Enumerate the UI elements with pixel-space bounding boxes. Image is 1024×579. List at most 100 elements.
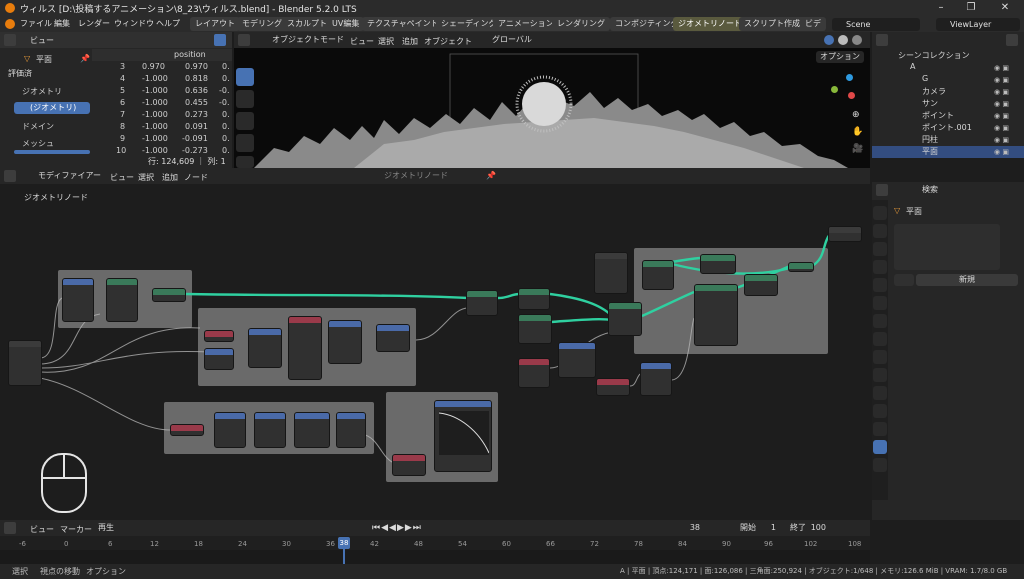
viewport-menu-view[interactable]: ビュー: [350, 36, 374, 47]
menu-window[interactable]: ウィンドウ: [114, 18, 154, 29]
node[interactable]: [694, 284, 738, 346]
blender-menu-icon[interactable]: [5, 19, 15, 29]
tab-rendering[interactable]: レンダリング: [552, 17, 610, 31]
tool-tab-icon[interactable]: [873, 206, 887, 220]
node[interactable]: [518, 314, 552, 344]
filter-icon[interactable]: [214, 34, 226, 46]
node[interactable]: [204, 330, 234, 342]
pin-icon[interactable]: 📌: [80, 54, 90, 63]
node[interactable]: [170, 424, 204, 436]
shading-rendered-icon[interactable]: [852, 35, 862, 45]
group-output-node[interactable]: [828, 226, 862, 242]
object-tab-icon[interactable]: [873, 332, 887, 346]
collection-tab-icon[interactable]: [873, 314, 887, 328]
node[interactable]: [518, 288, 550, 310]
filter-icon[interactable]: [1006, 34, 1018, 46]
scene-tab-icon[interactable]: [873, 278, 887, 292]
viewport-menu-select[interactable]: 選択: [378, 36, 394, 47]
world-tab-icon[interactable]: [873, 296, 887, 310]
node[interactable]: [254, 412, 286, 448]
node[interactable]: [392, 454, 426, 476]
playhead[interactable]: 38: [338, 537, 350, 549]
curve-graph[interactable]: [439, 411, 489, 455]
tree-mesh[interactable]: メッシュ: [22, 138, 54, 150]
close-icon[interactable]: ✕: [990, 0, 1020, 16]
tree-geometry[interactable]: ジオメトリ: [22, 86, 62, 98]
menu-edit[interactable]: 編集: [54, 18, 70, 29]
move-tool-icon[interactable]: [236, 112, 254, 130]
node[interactable]: [558, 342, 596, 378]
view-layer-tab-icon[interactable]: [873, 260, 887, 274]
node[interactable]: [640, 362, 672, 396]
tab-modeling[interactable]: モデリング: [237, 17, 287, 31]
spreadsheet-view-menu[interactable]: ビュー: [30, 35, 54, 46]
node[interactable]: [596, 378, 630, 396]
tab-geometry-nodes[interactable]: ジオメトリノード: [673, 17, 747, 31]
node[interactable]: [248, 328, 282, 368]
constraints-tab-icon[interactable]: [873, 404, 887, 418]
node[interactable]: [518, 358, 550, 388]
tab-animation[interactable]: アニメーション: [493, 17, 559, 31]
node[interactable]: [294, 412, 330, 448]
editor-type-icon[interactable]: [238, 34, 250, 46]
shading-solid-icon[interactable]: [824, 35, 834, 45]
node[interactable]: [152, 288, 186, 302]
texture-tab-icon[interactable]: [873, 458, 887, 472]
current-frame-field[interactable]: 38: [652, 522, 704, 534]
minimize-icon[interactable]: –: [926, 0, 956, 16]
navigation-gizmo[interactable]: [828, 72, 858, 102]
maximize-icon[interactable]: ❐: [956, 0, 986, 16]
menu-file[interactable]: ファイル: [20, 18, 52, 29]
tab-sculpt[interactable]: スカルプト: [282, 17, 332, 31]
scene-selector[interactable]: Scene: [832, 18, 920, 31]
join-geometry-node[interactable]: [466, 290, 498, 316]
node[interactable]: [328, 320, 362, 364]
playback-dropdown[interactable]: 再生: [94, 522, 122, 534]
tab-texture-paint[interactable]: テクスチャペイント: [362, 17, 444, 31]
node[interactable]: [204, 348, 234, 370]
tree-domain[interactable]: ドメイン: [22, 121, 54, 133]
pan-icon[interactable]: ✋: [852, 127, 863, 137]
timeline-ruler[interactable]: [0, 536, 870, 550]
node[interactable]: [788, 262, 814, 272]
transform-orientation-dropdown[interactable]: グローバル: [478, 34, 540, 46]
scene-collection[interactable]: シーンコレクション: [872, 50, 1024, 62]
menu-help[interactable]: ヘルプ: [156, 18, 180, 29]
tab-video[interactable]: ビデ: [800, 17, 826, 31]
timeline-menu-marker[interactable]: マーカー: [60, 524, 92, 535]
node[interactable]: [376, 324, 410, 352]
viewport-menu-object[interactable]: オブジェクト: [424, 36, 472, 47]
cursor-tool-icon[interactable]: [236, 90, 254, 108]
tab-shading[interactable]: シェーディング: [436, 17, 502, 31]
node[interactable]: [106, 278, 138, 322]
physics-tab-icon[interactable]: [873, 386, 887, 400]
node[interactable]: [608, 302, 642, 336]
menu-render[interactable]: レンダー: [78, 18, 110, 29]
node[interactable]: [594, 252, 628, 294]
particles-tab-icon[interactable]: [873, 368, 887, 382]
rotate-tool-icon[interactable]: [236, 134, 254, 152]
tab-scripting[interactable]: スクリプト作成: [739, 17, 805, 31]
output-tab-icon[interactable]: [873, 242, 887, 256]
editor-type-icon[interactable]: [876, 184, 888, 196]
tree-geometry-sub[interactable]: (ジオメトリ): [14, 102, 90, 114]
node[interactable]: [214, 412, 246, 448]
material-tab-icon[interactable]: [873, 440, 887, 454]
material-slot-list[interactable]: [894, 224, 1000, 270]
outliner-search[interactable]: [912, 34, 992, 46]
modifier-tab-icon[interactable]: [873, 350, 887, 364]
end-frame-field[interactable]: 終了 100: [786, 522, 830, 534]
select-tool-icon[interactable]: [236, 68, 254, 86]
new-material-button[interactable]: 新規: [916, 274, 1018, 286]
3d-viewport[interactable]: オブジェクトモード ビュー 選択 追加 オブジェクト グローバル オプション ⊕…: [234, 32, 870, 168]
editor-type-icon[interactable]: [4, 34, 16, 46]
float-curve-node[interactable]: [434, 400, 492, 472]
timeline-menu-view[interactable]: ビュー: [30, 524, 54, 535]
start-frame-field[interactable]: 開始 1: [736, 522, 780, 534]
node[interactable]: [288, 316, 322, 380]
node[interactable]: [642, 260, 674, 290]
node[interactable]: [336, 412, 366, 448]
tab-uv[interactable]: UV編集: [327, 17, 365, 31]
viewport-menu-add[interactable]: 追加: [402, 36, 418, 47]
playback-controls[interactable]: ⏮◀◀▶▶⏭: [372, 523, 422, 533]
